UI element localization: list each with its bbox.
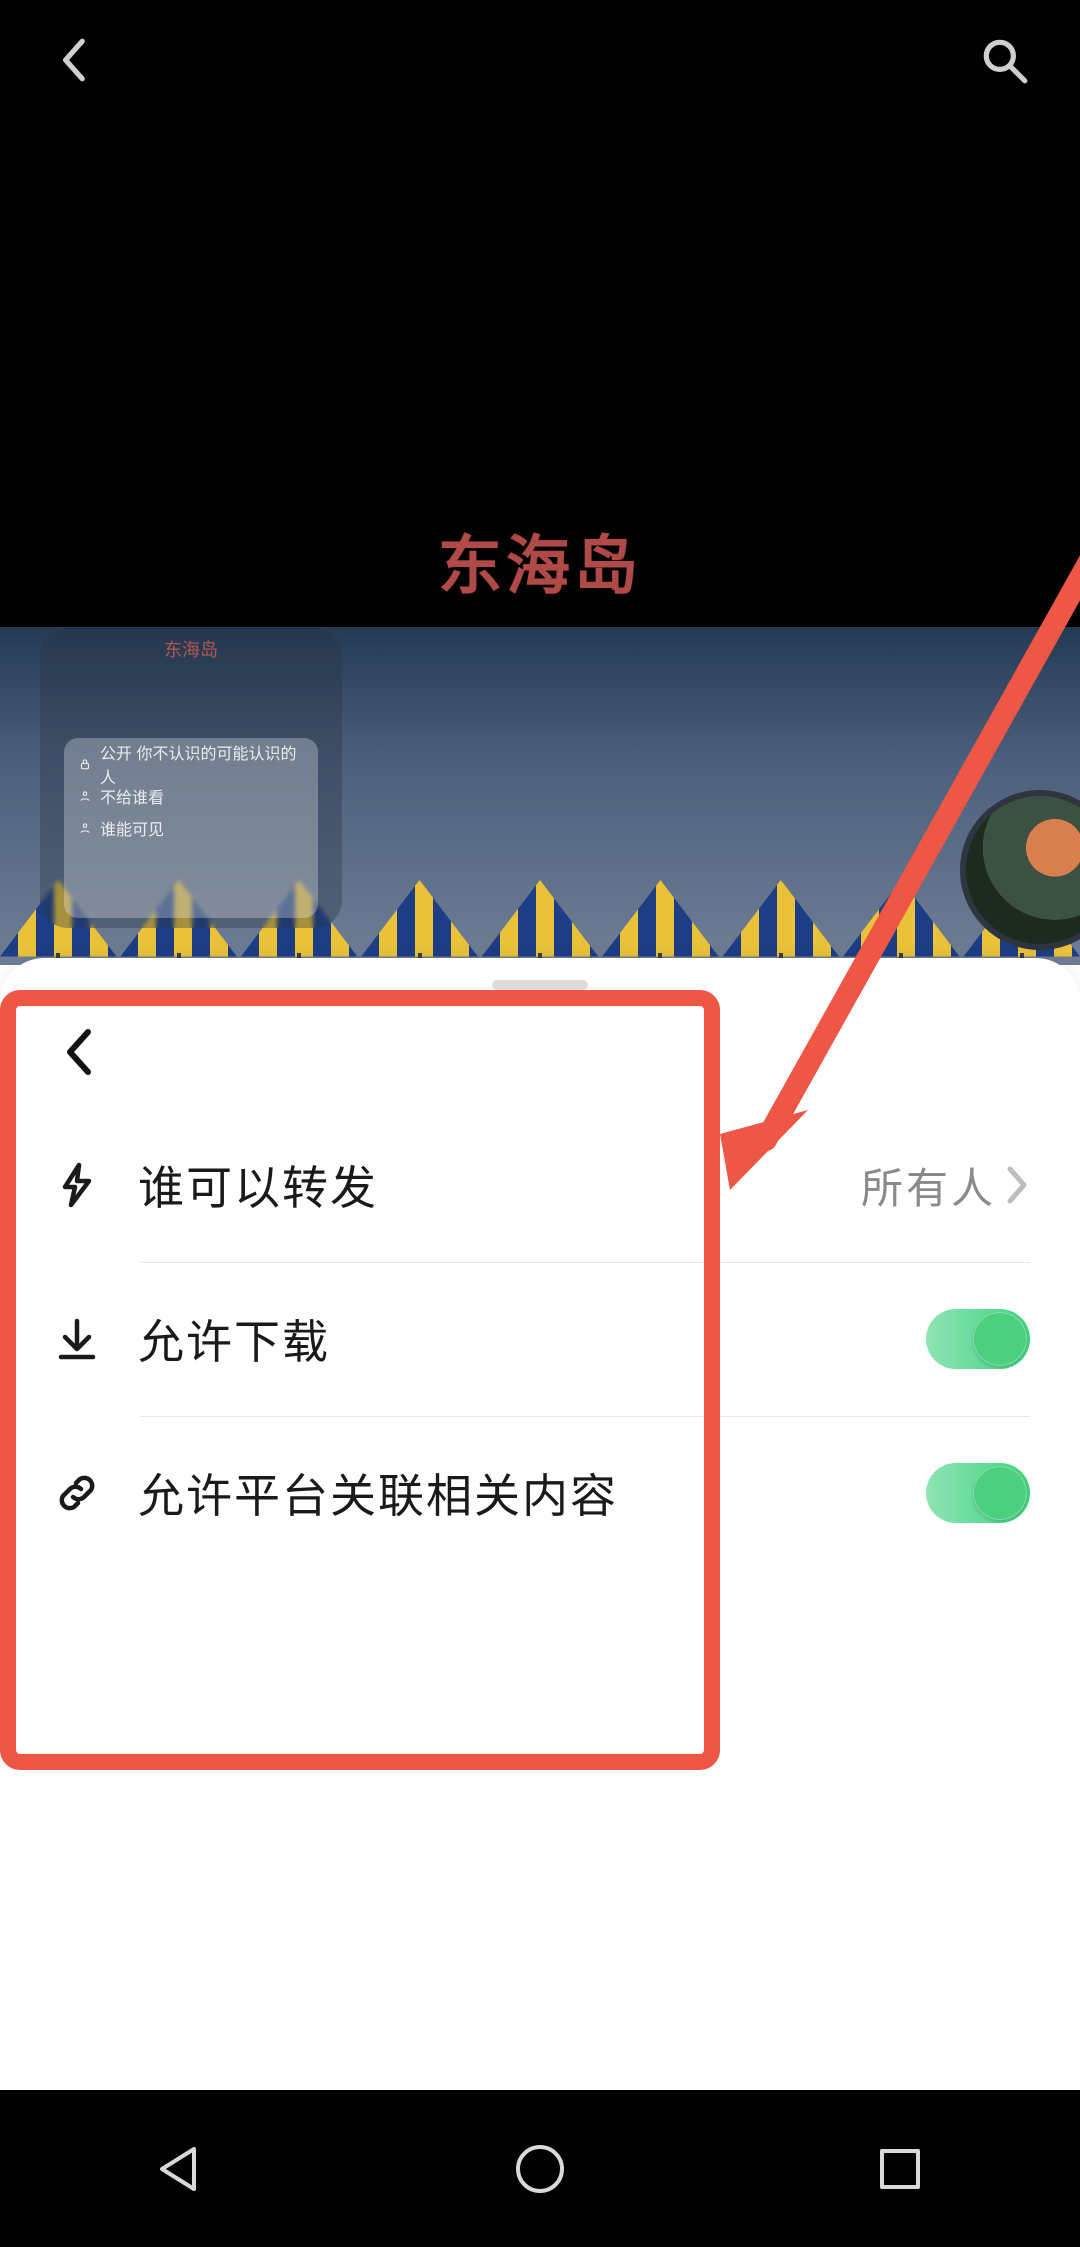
row-value: 所有人 bbox=[861, 1155, 1030, 1216]
people-icon bbox=[78, 821, 92, 835]
row-label: 允许平台关联相关内容 bbox=[138, 1460, 926, 1526]
row-who-can-forward[interactable]: 谁可以转发 所有人 bbox=[0, 1108, 1080, 1262]
row-value-text: 所有人 bbox=[861, 1155, 996, 1216]
mini-row: 公开 你不认识的可能认识的人 bbox=[78, 748, 304, 780]
sheet-back-button[interactable] bbox=[48, 1020, 112, 1084]
row-label: 允许下载 bbox=[138, 1306, 926, 1372]
mini-row-label: 谁能可见 bbox=[100, 816, 164, 840]
lightning-icon bbox=[50, 1158, 104, 1212]
mini-row: 谁能可见 bbox=[78, 812, 304, 844]
row-allow-related: 允许平台关联相关内容 bbox=[0, 1416, 1080, 1570]
toggle-allow-related[interactable] bbox=[926, 1463, 1030, 1523]
mini-preview-card: 东海岛 公开 你不认识的可能认识的人 不给谁看 谁能可见 bbox=[40, 628, 342, 928]
system-nav-bar bbox=[0, 2090, 1080, 2247]
chevron-left-icon bbox=[64, 1028, 96, 1076]
mini-preview-title: 东海岛 bbox=[40, 636, 342, 662]
chevron-left-icon bbox=[51, 35, 101, 85]
chevron-right-icon bbox=[1004, 1165, 1030, 1205]
bottom-sheet: 谁可以转发 所有人 允许下载 允许平台关联相关内 bbox=[0, 958, 1080, 2090]
sheet-menu: 谁可以转发 所有人 允许下载 允许平台关联相关内 bbox=[0, 1108, 1080, 1570]
mini-preview-sheet: 公开 你不认识的可能认识的人 不给谁看 谁能可见 bbox=[64, 738, 318, 918]
triangle-back-icon bbox=[152, 2141, 208, 2197]
app-screen: 东海岛 东海岛 公开 你不认识的可能认识的人 不给谁看 谁能可见 bbox=[0, 0, 1080, 2090]
system-recents-button[interactable] bbox=[860, 2129, 940, 2209]
row-allow-download: 允许下载 bbox=[0, 1262, 1080, 1416]
row-label: 谁可以转发 bbox=[138, 1152, 861, 1218]
back-button[interactable] bbox=[40, 24, 112, 96]
system-home-button[interactable] bbox=[500, 2129, 580, 2209]
video-backdrop: 东海岛 东海岛 公开 你不认识的可能认识的人 不给谁看 谁能可见 bbox=[0, 0, 1080, 965]
mini-row-label: 公开 你不认识的可能认识的人 bbox=[100, 740, 304, 788]
square-recents-icon bbox=[872, 2141, 928, 2197]
sheet-grabber[interactable] bbox=[492, 980, 588, 990]
toggle-allow-download[interactable] bbox=[926, 1309, 1030, 1369]
circle-home-icon bbox=[512, 2141, 568, 2197]
system-back-button[interactable] bbox=[140, 2129, 220, 2209]
search-button[interactable] bbox=[968, 24, 1040, 96]
video-title: 东海岛 bbox=[0, 515, 1080, 607]
lock-icon bbox=[78, 757, 92, 771]
link-icon bbox=[50, 1466, 104, 1520]
search-icon bbox=[979, 35, 1029, 85]
mini-row-label: 不给谁看 bbox=[100, 784, 164, 808]
people-icon bbox=[78, 789, 92, 803]
download-icon bbox=[50, 1312, 104, 1366]
